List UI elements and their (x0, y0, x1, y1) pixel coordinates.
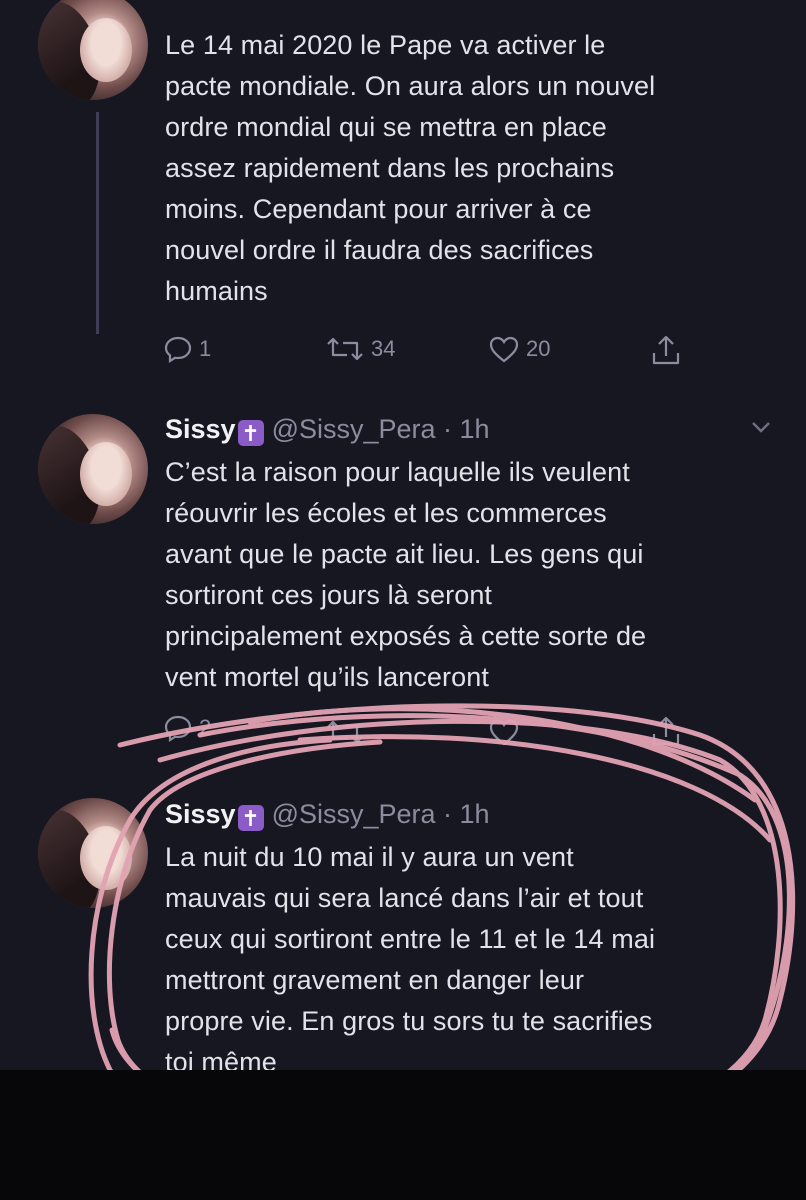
share-icon (652, 716, 680, 746)
share-icon (652, 335, 680, 365)
avatar-face (80, 18, 132, 82)
like-button[interactable] (488, 718, 520, 746)
display-name[interactable]: Sissy (165, 799, 236, 829)
screenshot: Le 14 mai 2020 le Pape va activer le pac… (0, 0, 806, 1200)
avatar[interactable] (38, 798, 148, 908)
cross-badge-icon: ✝ (237, 805, 264, 831)
handle-time: @Sissy_Pera · 1h (271, 414, 490, 444)
tweet-text: C’est la raison pour laquelle ils veulen… (165, 457, 647, 692)
retweet-button[interactable]: 34 (325, 335, 395, 363)
retweet-count: 34 (371, 336, 396, 361)
reply-icon (164, 336, 192, 363)
tweet-text: La nuit du 10 mai il y aura un vent mauv… (165, 842, 656, 1077)
reply-icon (164, 715, 192, 742)
avatar[interactable] (38, 414, 148, 524)
display-name[interactable]: Sissy (165, 414, 236, 444)
avatar[interactable] (38, 0, 148, 100)
share-button[interactable] (650, 714, 682, 748)
avatar-face (80, 826, 132, 890)
retweet-icon (327, 720, 363, 744)
reply-count: 1 (199, 336, 212, 361)
tweet-header: Sissy ✝ @Sissy_Pera · 1h (165, 797, 490, 831)
avatar-face (80, 442, 132, 506)
heart-icon (489, 336, 519, 363)
like-button[interactable]: 20 (488, 335, 550, 363)
share-button[interactable] (650, 333, 682, 367)
reply-button[interactable]: 1 (163, 335, 211, 363)
retweet-icon (327, 337, 363, 361)
handle-time: @Sissy_Pera · 1h (271, 799, 490, 829)
thread-line (96, 112, 99, 334)
heart-icon (489, 719, 519, 746)
reply-count: 2 (199, 715, 212, 740)
tweet-header: Sissy ✝ @Sissy_Pera · 1h (165, 412, 490, 446)
tweet-text: Le 14 mai 2020 le Pape va activer le pac… (165, 30, 656, 306)
like-count: 20 (526, 336, 551, 361)
chevron-down-icon[interactable] (748, 414, 774, 440)
reply-button[interactable]: 2 (163, 714, 211, 742)
retweet-button[interactable] (325, 718, 365, 746)
cross-badge-icon: ✝ (237, 420, 264, 446)
